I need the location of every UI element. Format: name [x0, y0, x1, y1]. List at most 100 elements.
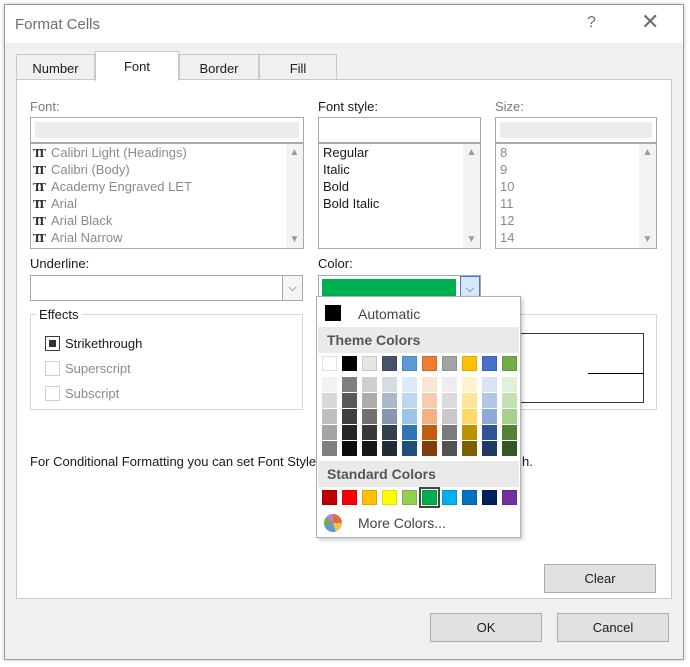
list-item[interactable]: 11: [496, 195, 656, 212]
theme-shade-swatch[interactable]: [482, 377, 497, 392]
theme-shade-swatch[interactable]: [462, 441, 477, 456]
standard-color-swatch[interactable]: [442, 490, 457, 505]
clear-button[interactable]: Clear: [544, 564, 656, 593]
theme-color-swatch[interactable]: [482, 356, 497, 371]
list-item[interactable]: TT Academy Engraved LET: [31, 178, 303, 195]
font-input[interactable]: [30, 117, 304, 143]
theme-shade-swatch[interactable]: [342, 409, 357, 424]
scroll-down-icon[interactable]: ▼: [286, 231, 303, 248]
theme-color-swatch[interactable]: [462, 356, 477, 371]
theme-color-swatch[interactable]: [382, 356, 397, 371]
theme-shade-swatch[interactable]: [322, 441, 337, 456]
theme-shade-swatch[interactable]: [402, 393, 417, 408]
theme-shade-swatch[interactable]: [362, 377, 377, 392]
theme-shade-swatch[interactable]: [502, 441, 517, 456]
size-list[interactable]: 8 9 10 11 12 14 ▲ ▼: [495, 143, 657, 249]
theme-color-swatch[interactable]: [502, 356, 517, 371]
standard-color-swatch[interactable]: [402, 490, 417, 505]
theme-shade-swatch[interactable]: [422, 441, 437, 456]
automatic-color-option[interactable]: Automatic: [318, 298, 519, 326]
list-item[interactable]: TT Arial Narrow: [31, 229, 303, 246]
theme-shade-swatch[interactable]: [502, 425, 517, 440]
theme-shade-swatch[interactable]: [442, 409, 457, 424]
cancel-button[interactable]: Cancel: [557, 613, 669, 642]
standard-color-swatch[interactable]: [362, 490, 377, 505]
list-item[interactable]: Regular: [319, 144, 480, 161]
theme-shade-swatch[interactable]: [342, 425, 357, 440]
size-list-scrollbar[interactable]: ▲ ▼: [639, 144, 656, 248]
font-style-scrollbar[interactable]: ▲ ▼: [463, 144, 480, 248]
standard-color-swatch[interactable]: [419, 487, 440, 508]
theme-shade-swatch[interactable]: [362, 441, 377, 456]
theme-color-swatch[interactable]: [322, 356, 337, 371]
theme-shade-swatch[interactable]: [322, 409, 337, 424]
standard-color-swatch[interactable]: [502, 490, 517, 505]
tab-border[interactable]: Border: [179, 54, 259, 80]
list-item[interactable]: Bold: [319, 178, 480, 195]
list-item[interactable]: TT Arial Black: [31, 212, 303, 229]
list-item[interactable]: TT Calibri (Body): [31, 161, 303, 178]
list-item[interactable]: 14: [496, 229, 656, 246]
standard-color-swatch[interactable]: [482, 490, 497, 505]
theme-shade-swatch[interactable]: [322, 377, 337, 392]
theme-shade-swatch[interactable]: [402, 377, 417, 392]
tab-font[interactable]: Font: [95, 51, 179, 81]
list-item[interactable]: Italic: [319, 161, 480, 178]
theme-shade-swatch[interactable]: [482, 409, 497, 424]
theme-shade-swatch[interactable]: [382, 409, 397, 424]
list-item[interactable]: Bold Italic: [319, 195, 480, 212]
standard-color-swatch[interactable]: [462, 490, 477, 505]
theme-shade-swatch[interactable]: [342, 377, 357, 392]
theme-shade-swatch[interactable]: [422, 409, 437, 424]
theme-shade-swatch[interactable]: [462, 409, 477, 424]
theme-shade-swatch[interactable]: [422, 377, 437, 392]
list-item[interactable]: 9: [496, 161, 656, 178]
theme-shade-swatch[interactable]: [482, 441, 497, 456]
theme-shade-swatch[interactable]: [442, 425, 457, 440]
theme-shade-swatch[interactable]: [482, 425, 497, 440]
scroll-up-icon[interactable]: ▲: [286, 144, 303, 161]
tab-fill[interactable]: Fill: [259, 54, 337, 80]
theme-shade-swatch[interactable]: [462, 425, 477, 440]
standard-color-swatch[interactable]: [382, 490, 397, 505]
theme-color-swatch[interactable]: [442, 356, 457, 371]
list-item[interactable]: 12: [496, 212, 656, 229]
theme-shade-swatch[interactable]: [342, 441, 357, 456]
more-colors-option[interactable]: More Colors...: [318, 510, 519, 536]
list-item[interactable]: 8: [496, 144, 656, 161]
theme-shade-swatch[interactable]: [502, 393, 517, 408]
theme-shade-swatch[interactable]: [462, 377, 477, 392]
theme-shade-swatch[interactable]: [322, 425, 337, 440]
theme-shade-swatch[interactable]: [502, 377, 517, 392]
scroll-down-icon[interactable]: ▼: [639, 231, 656, 248]
theme-shade-swatch[interactable]: [422, 393, 437, 408]
close-icon[interactable]: ✕: [641, 11, 659, 33]
font-list[interactable]: TT Calibri Light (Headings) TT Calibri (Bo…: [30, 143, 304, 249]
font-style-list[interactable]: Regular Italic Bold Bold Italic ▲ ▼: [318, 143, 481, 249]
theme-shade-swatch[interactable]: [482, 393, 497, 408]
tab-number[interactable]: Number: [16, 54, 95, 80]
theme-shade-swatch[interactable]: [462, 393, 477, 408]
theme-shade-swatch[interactable]: [342, 393, 357, 408]
theme-shade-swatch[interactable]: [422, 425, 437, 440]
theme-shade-swatch[interactable]: [362, 425, 377, 440]
scroll-up-icon[interactable]: ▲: [639, 144, 656, 161]
font-list-scrollbar[interactable]: ▲ ▼: [286, 144, 303, 248]
underline-dropdown[interactable]: ⌵: [30, 275, 303, 301]
checkbox-box[interactable]: [45, 386, 60, 401]
theme-shade-swatch[interactable]: [382, 377, 397, 392]
theme-color-swatch[interactable]: [422, 356, 437, 371]
theme-shade-swatch[interactable]: [322, 393, 337, 408]
checkbox-box[interactable]: [45, 361, 60, 376]
theme-shade-swatch[interactable]: [442, 393, 457, 408]
theme-shade-swatch[interactable]: [362, 393, 377, 408]
list-item[interactable]: TT Calibri Light (Headings): [31, 144, 303, 161]
scroll-up-icon[interactable]: ▲: [463, 144, 480, 161]
theme-shade-swatch[interactable]: [382, 441, 397, 456]
theme-color-swatch[interactable]: [402, 356, 417, 371]
theme-shade-swatch[interactable]: [402, 441, 417, 456]
list-item[interactable]: 10: [496, 178, 656, 195]
theme-shade-swatch[interactable]: [382, 393, 397, 408]
scroll-down-icon[interactable]: ▼: [463, 231, 480, 248]
theme-shade-swatch[interactable]: [502, 409, 517, 424]
